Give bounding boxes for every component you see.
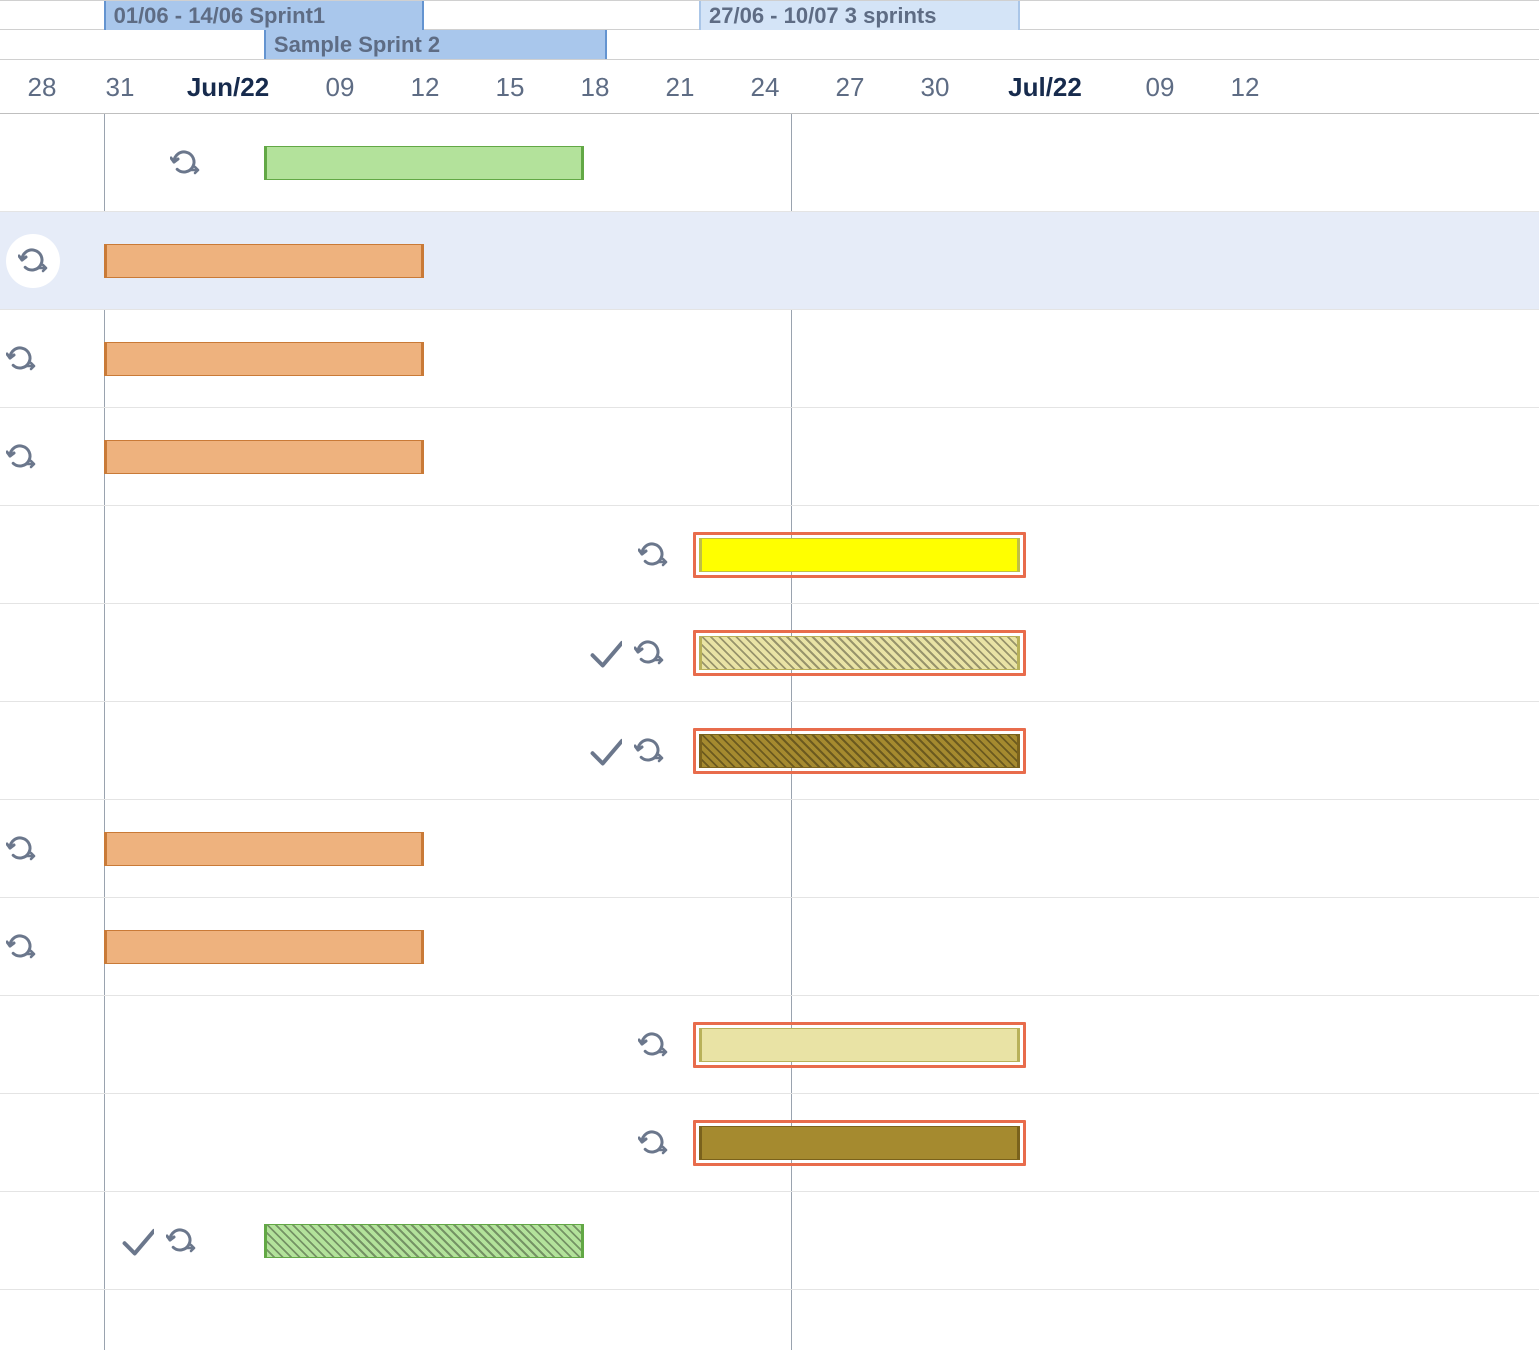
check-icon: [588, 734, 622, 768]
sprint-bar[interactable]: 27/06 - 10/07 3 sprints: [699, 1, 1020, 30]
recur-icon: [638, 1030, 668, 1060]
task-row[interactable]: [0, 1192, 1539, 1290]
task-bar[interactable]: [104, 440, 425, 474]
row-icons: [638, 540, 668, 570]
task-row[interactable]: [0, 996, 1539, 1094]
date-tick: Jun/22: [168, 62, 288, 114]
row-icons: [120, 1224, 196, 1258]
task-row[interactable]: [0, 408, 1539, 506]
task-bar[interactable]: [104, 244, 425, 278]
recur-icon: [166, 1226, 196, 1256]
row-icons: [638, 1030, 668, 1060]
task-row[interactable]: [0, 702, 1539, 800]
row-icons: [638, 1128, 668, 1158]
task-row[interactable]: [0, 114, 1539, 212]
task-row[interactable]: [0, 310, 1539, 408]
task-bar[interactable]: [104, 930, 425, 964]
row-icons: [6, 442, 36, 472]
task-row[interactable]: [0, 800, 1539, 898]
date-tick: 18: [565, 62, 625, 114]
sprint-header-row-0: 01/06 - 14/06 Sprint1 27/06 - 10/07 3 spr…: [0, 0, 1539, 30]
date-tick: 21: [650, 62, 710, 114]
task-bar[interactable]: [699, 636, 1020, 670]
date-tick: 31: [90, 62, 150, 114]
task-row[interactable]: [0, 604, 1539, 702]
recur-icon: [6, 834, 36, 864]
recur-icon: [18, 246, 48, 276]
row-icons: [6, 932, 36, 962]
date-tick: 09: [1130, 62, 1190, 114]
recur-icon: [634, 736, 664, 766]
row-icons: [6, 344, 36, 374]
date-tick: Jul/22: [985, 62, 1105, 114]
date-tick: 12: [1215, 62, 1275, 114]
task-bar[interactable]: [699, 538, 1020, 572]
recur-icon: [638, 1128, 668, 1158]
sprint-header-row-1: Sample Sprint 2: [0, 30, 1539, 60]
recur-icon: [6, 932, 36, 962]
date-tick: 15: [480, 62, 540, 114]
recur-icon: [6, 344, 36, 374]
task-row[interactable]: [0, 212, 1539, 310]
task-bar[interactable]: [264, 1224, 585, 1258]
row-icons: [6, 234, 60, 288]
recur-icon: [634, 638, 664, 668]
row-icons: [588, 734, 664, 768]
sprint-bar[interactable]: 01/06 - 14/06 Sprint1: [104, 1, 425, 30]
task-row[interactable]: [0, 506, 1539, 604]
task-bar[interactable]: [104, 832, 425, 866]
recur-icon: [638, 540, 668, 570]
date-header-row: 28 31 Jun/22 09 12 15 18 21 24 27 30 Jul/22 09 12: [0, 62, 1539, 114]
task-bar[interactable]: [699, 734, 1020, 768]
date-tick: 30: [905, 62, 965, 114]
task-bar[interactable]: [699, 1028, 1020, 1062]
check-icon: [120, 1224, 154, 1258]
date-tick: 27: [820, 62, 880, 114]
row-icons: [170, 148, 200, 178]
task-bar[interactable]: [699, 1126, 1020, 1160]
sprint-bar[interactable]: Sample Sprint 2: [264, 30, 608, 59]
recur-icon: [6, 442, 36, 472]
task-row[interactable]: [0, 1094, 1539, 1192]
date-tick: 09: [310, 62, 370, 114]
date-tick: 24: [735, 62, 795, 114]
task-bar[interactable]: [104, 342, 425, 376]
check-icon: [588, 636, 622, 670]
gantt-grid: [0, 114, 1539, 1290]
task-bar[interactable]: [264, 146, 585, 180]
row-icons: [588, 636, 664, 670]
row-icons: [6, 834, 36, 864]
date-tick: 12: [395, 62, 455, 114]
recur-icon: [170, 148, 200, 178]
gantt-chart: 01/06 - 14/06 Sprint1 27/06 - 10/07 3 spr…: [0, 0, 1539, 1356]
task-row[interactable]: [0, 898, 1539, 996]
date-tick: 28: [12, 62, 72, 114]
